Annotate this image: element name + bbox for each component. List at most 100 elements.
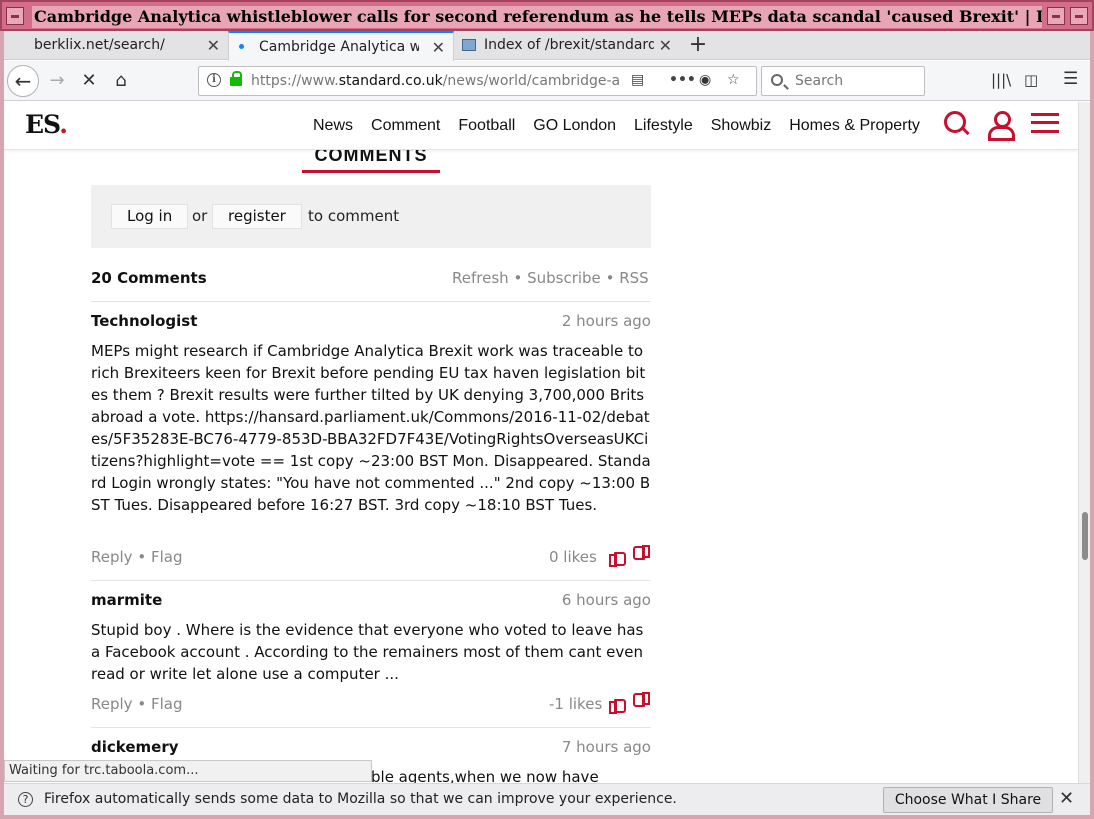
login-box: Log in or register to comment [91, 185, 651, 248]
close-tab-icon[interactable]: ✕ [207, 32, 220, 60]
secure-lock-icon [230, 71, 242, 86]
window-title: Cambridge Analytica whistleblower calls … [32, 6, 1042, 28]
navigation-bar: ← → ✕ ⌂ i https://www.standard.co.uk/new… [4, 61, 1090, 101]
logo-dot: . [59, 110, 68, 139]
notification-bar: ? Firefox automatically sends some data … [4, 783, 1090, 815]
home-icon[interactable]: ⌂ [106, 66, 136, 96]
url-domain: standard.co.uk [338, 73, 443, 89]
thumbs-down-icon[interactable] [636, 549, 650, 563]
close-tab-icon[interactable]: ✕ [659, 32, 672, 60]
comment-actions: Refresh • Subscribe • RSS [452, 269, 649, 287]
comment-time: 2 hours ago [561, 312, 651, 330]
sidebar-toggle-icon[interactable]: ◫ [1024, 71, 1038, 89]
refresh-link[interactable]: Refresh [452, 269, 509, 287]
divider [91, 727, 651, 728]
new-tab-plus-icon[interactable]: + [686, 32, 710, 58]
scrollbar-thumb[interactable] [1082, 512, 1088, 560]
comment-author[interactable]: Technologist [91, 312, 197, 330]
thumbs-down-icon[interactable] [636, 696, 650, 710]
nav-lifestyle[interactable]: Lifestyle [634, 117, 693, 134]
separator: • [513, 269, 523, 287]
thumbs-up-icon[interactable] [609, 696, 626, 714]
site-info-icon[interactable]: i [207, 73, 221, 87]
divider [91, 301, 651, 302]
comment-count: 20 Comments [91, 269, 207, 287]
comment-time: 6 hours ago [561, 591, 651, 609]
pocket-icon[interactable]: ◉ [699, 72, 711, 88]
close-icon[interactable]: ✕ [1059, 788, 1074, 809]
tab-cambridge-analytica[interactable]: Cambridge Analytica whistleblower ✕ [228, 31, 454, 61]
search-placeholder: Search [795, 73, 844, 89]
nav-news[interactable]: News [313, 117, 353, 134]
comment-footer: Reply • Flag [91, 548, 182, 566]
choose-what-i-share-button[interactable]: Choose What I Share [883, 787, 1053, 813]
search-icon [771, 74, 783, 86]
or-text: or [192, 207, 208, 225]
tab-strip: berklix.net/search/ ✕ Cambridge Analytic… [4, 31, 1090, 61]
bookmark-star-icon[interactable]: ☆ [727, 72, 740, 88]
comment-body: MEPs might research if Cambridge Analyti… [91, 342, 651, 514]
window-minimize-button[interactable] [1047, 7, 1065, 25]
nav-go-london[interactable]: GO London [533, 117, 616, 134]
logo-text: ES [25, 110, 60, 139]
page-actions-icon[interactable]: ••• [669, 72, 696, 88]
comment-author[interactable]: marmite [91, 591, 162, 609]
thumbs-up-icon[interactable] [609, 549, 626, 567]
browser-frame: berklix.net/search/ ✕ Cambridge Analytic… [0, 31, 1094, 819]
comment-item: marmite 6 hours ago Stupid boy . Where i… [91, 591, 651, 714]
nav-comment[interactable]: Comment [371, 117, 440, 134]
status-bar: Waiting for trc.taboola.com... [4, 760, 372, 782]
nav-football[interactable]: Football [458, 117, 515, 134]
separator: • [605, 269, 615, 287]
reader-view-icon[interactable]: ▤ [631, 72, 644, 88]
reply-link[interactable]: Reply [91, 695, 133, 713]
login-button[interactable]: Log in [111, 204, 189, 229]
comment-item: Technologist 2 hours ago MEPs might rese… [91, 312, 651, 572]
flag-link[interactable]: Flag [151, 548, 183, 566]
window-maximize-button[interactable] [1070, 7, 1088, 25]
nav-homes-property[interactable]: Homes & Property [789, 117, 920, 134]
back-arrow-icon[interactable]: ← [7, 65, 39, 97]
main-nav: News Comment Football GO London Lifestyle Sho… [304, 115, 922, 135]
loading-dot-icon [239, 44, 244, 49]
close-tab-icon[interactable]: ✕ [432, 34, 445, 61]
url-text[interactable]: https://www.standard.co.uk/news/world/ca… [251, 73, 621, 89]
tab-index-brexit[interactable]: Index of /brexit/standard ✕ [454, 31, 680, 60]
help-icon: ? [18, 792, 33, 807]
comment-footer: Reply • Flag [91, 695, 182, 713]
likes-count: 0 likes [549, 548, 597, 566]
notification-text: Firefox automatically sends some data to… [44, 791, 677, 807]
library-icon[interactable]: |||\ [991, 71, 1011, 89]
url-bar[interactable]: i https://www.standard.co.uk/news/world/… [198, 66, 757, 96]
to-comment-text: to comment [308, 207, 400, 225]
subscribe-link[interactable]: Subscribe [527, 269, 601, 287]
search-box[interactable]: Search [761, 66, 925, 96]
page-scrollbar[interactable] [1078, 102, 1090, 783]
tab-berklix[interactable]: berklix.net/search/ ✕ [4, 31, 228, 60]
separator: • [137, 548, 147, 566]
register-button[interactable]: register [212, 204, 302, 229]
window-menu-button[interactable] [6, 7, 24, 25]
search-icon[interactable] [943, 110, 969, 136]
site-header: ES. News Comment Football GO London Lifestyl… [4, 102, 1078, 150]
comment-body: Stupid boy . Where is the evidence that … [91, 621, 644, 683]
flag-link[interactable]: Flag [151, 695, 183, 713]
divider [91, 580, 651, 581]
hamburger-menu-icon[interactable]: ☰ [1063, 69, 1078, 89]
rss-link[interactable]: RSS [619, 269, 648, 287]
es-logo[interactable]: ES. [25, 110, 68, 139]
nav-showbiz[interactable]: Showbiz [711, 117, 771, 134]
stop-loading-icon[interactable]: ✕ [74, 66, 104, 96]
tab-label: berklix.net/search/ [34, 37, 165, 53]
url-prefix: https://www. [251, 73, 339, 89]
forward-arrow-icon[interactable]: → [42, 66, 72, 96]
comment-author[interactable]: dickemery [91, 738, 179, 756]
user-account-icon[interactable] [987, 110, 1015, 141]
image-favicon-icon [462, 39, 476, 51]
separator: • [137, 695, 147, 713]
menu-icon[interactable] [1031, 113, 1059, 133]
reply-link[interactable]: Reply [91, 548, 133, 566]
url-path: /news/world/cambridge-analytica-whistleb… [442, 73, 621, 89]
page-viewport: ES. News Comment Football GO London Lifestyl… [4, 102, 1078, 783]
comment-body: ble agents,when we now have [371, 768, 599, 783]
